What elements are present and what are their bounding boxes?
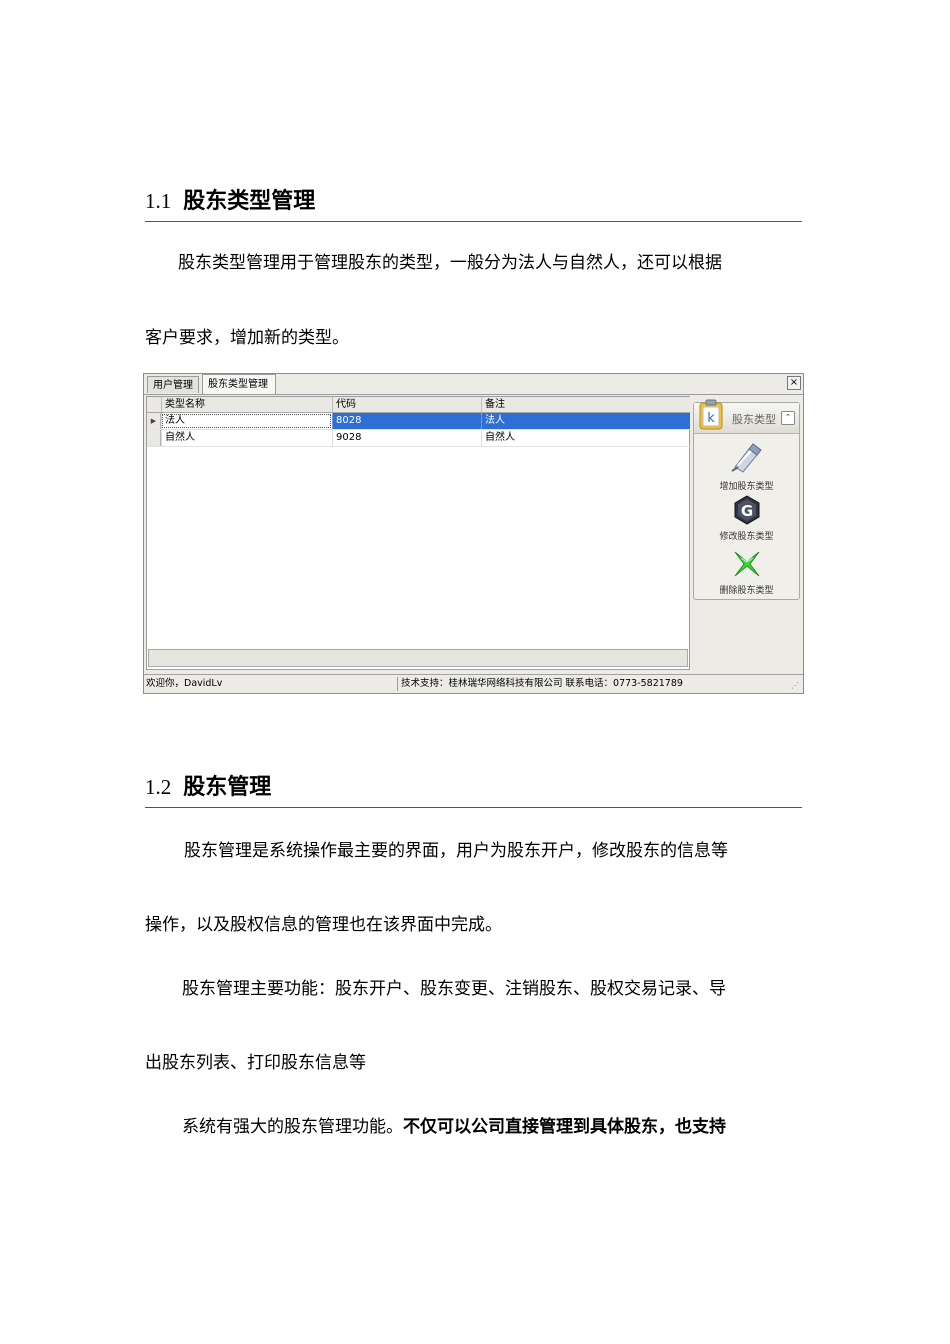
paragraph-bold-text: 不仅可以公司直接管理到具体股东，也支持 xyxy=(403,1117,726,1137)
add-icon xyxy=(730,443,762,473)
section-number: 1.2 xyxy=(145,775,172,799)
section-number: 1.1 xyxy=(145,189,172,213)
app-window: 用户管理 股东类型管理 × 类型名称 代码 备注 ▶ 法人 8028 法人 自然… xyxy=(143,373,804,694)
paragraph-text: 系统有强大的股东管理功能。 xyxy=(182,1117,403,1137)
svg-text:G: G xyxy=(740,502,752,520)
cell-code[interactable]: 9028 xyxy=(332,430,481,446)
paragraph-line: 出股东列表、打印股东信息等 xyxy=(145,1053,366,1073)
table-row[interactable]: 自然人 9028 自然人 xyxy=(147,430,690,447)
column-header-note[interactable]: 备注 xyxy=(481,397,690,412)
paragraph-line: 客户要求，增加新的类型。 xyxy=(145,328,349,348)
add-type-button[interactable]: 增加股东类型 xyxy=(694,441,799,492)
section-heading-1-1: 1.1 股东类型管理 xyxy=(145,181,802,222)
tab-bar: 用户管理 股东类型管理 × xyxy=(144,374,803,395)
section-title: 股东类型管理 xyxy=(183,188,316,214)
close-icon[interactable]: × xyxy=(787,376,801,390)
column-header-type-name[interactable]: 类型名称 xyxy=(161,397,332,412)
row-pointer-icon: ▶ xyxy=(147,413,161,429)
action-panel-title: 股东类型 xyxy=(732,413,776,426)
status-welcome: 欢迎你，DavidLv xyxy=(146,678,223,689)
grid-footer-bar xyxy=(148,649,688,667)
table-row[interactable]: ▶ 法人 8028 法人 xyxy=(147,413,690,430)
resize-grip-icon[interactable]: ⋰ xyxy=(791,681,801,691)
tab-user-management[interactable]: 用户管理 xyxy=(147,376,199,393)
paragraph-line: 操作，以及股权信息的管理也在该界面中完成。 xyxy=(145,915,502,935)
edit-icon: G xyxy=(734,495,759,525)
row-indicator xyxy=(147,430,161,446)
tab-shareholder-type-management[interactable]: 股东类型管理 xyxy=(202,374,276,394)
edit-type-button[interactable]: G 修改股东类型 xyxy=(694,495,799,542)
delete-icon xyxy=(734,551,759,577)
status-support: 技术支持：桂林瑞华网络科技有限公司 联系电话：0773-5821789 xyxy=(397,677,683,691)
paragraph-line: 系统有强大的股东管理功能。不仅可以公司直接管理到具体股东，也支持 xyxy=(182,1117,808,1137)
grid-header: 类型名称 代码 备注 xyxy=(147,397,690,413)
cell-code[interactable]: 8028 xyxy=(332,413,481,429)
cell-type-name[interactable]: 自然人 xyxy=(161,430,332,446)
edit-type-label: 修改股东类型 xyxy=(719,532,774,542)
action-panel-box: 股东类型 ⌃ k 增加股东类型 G 修改股东类型 删除股东类型 xyxy=(693,399,800,600)
paragraph-line: 股东管理主要功能：股东开户、股东变更、注销股东、股权交易记录、导 xyxy=(182,979,726,999)
clipboard-k-icon: k xyxy=(699,399,723,430)
section-heading-1-2: 1.2 股东管理 xyxy=(145,767,802,808)
cell-note[interactable]: 法人 xyxy=(481,413,690,429)
column-header-code[interactable]: 代码 xyxy=(332,397,481,412)
section-title: 股东管理 xyxy=(183,774,272,800)
paragraph-line: 股东管理是系统操作最主要的界面，用户为股东开户，修改股东的信息等 xyxy=(184,841,728,861)
add-type-label: 增加股东类型 xyxy=(719,482,774,492)
status-bar: 欢迎你，DavidLv 技术支持：桂林瑞华网络科技有限公司 联系电话：0773-… xyxy=(144,674,803,693)
row-indicator-header xyxy=(147,397,161,412)
paragraph-line: 股东类型管理用于管理股东的类型，一般分为法人与自然人，还可以根据 xyxy=(178,253,722,273)
svg-text:k: k xyxy=(707,411,715,426)
collapse-toggle-icon[interactable]: ⌃ xyxy=(781,411,795,425)
action-panel: 股东类型 ⌃ k 增加股东类型 G 修改股东类型 删除股东类型 xyxy=(692,396,801,600)
cell-type-name[interactable]: 法人 xyxy=(161,413,332,429)
cell-note[interactable]: 自然人 xyxy=(481,430,690,446)
delete-type-label: 删除股东类型 xyxy=(719,586,774,596)
delete-type-button[interactable]: 删除股东类型 xyxy=(694,549,799,596)
type-grid: 类型名称 代码 备注 ▶ 法人 8028 法人 自然人 9028 自然人 xyxy=(146,396,690,670)
